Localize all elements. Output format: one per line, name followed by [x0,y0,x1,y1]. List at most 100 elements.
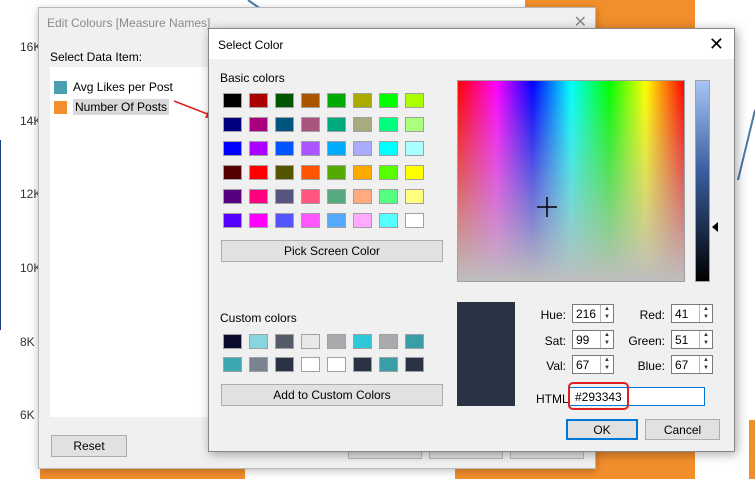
color-cell[interactable] [249,334,268,349]
color-cell[interactable] [327,165,346,180]
color-cell[interactable] [353,213,372,228]
spin-arrows-icon[interactable]: ▲ ▼ [600,331,613,348]
color-cell[interactable] [405,334,424,349]
color-cell[interactable] [223,357,242,372]
red-spinbox[interactable]: 41 ▲ ▼ [671,304,713,323]
basic-colors-label: Basic colors [220,71,285,85]
color-cell[interactable] [327,93,346,108]
color-cell[interactable] [275,334,294,349]
color-cell[interactable] [379,165,398,180]
color-swatch [54,100,67,114]
color-cell[interactable] [405,189,424,204]
color-cell[interactable] [379,141,398,156]
color-cell[interactable] [353,117,372,132]
color-cell[interactable] [275,213,294,228]
color-cell[interactable] [379,117,398,132]
select-data-item-label: Select Data Item: [50,50,143,64]
val-spinbox[interactable]: 67 ▲ ▼ [572,355,614,374]
color-cell[interactable] [353,189,372,204]
color-cell[interactable] [275,357,294,372]
add-to-custom-colors-button[interactable]: Add to Custom Colors [221,384,443,406]
color-cell[interactable] [353,165,372,180]
list-item[interactable]: Avg Likes per Post [54,78,173,96]
spin-arrows-icon[interactable]: ▲ ▼ [699,356,712,373]
color-cell[interactable] [223,189,242,204]
color-cell[interactable] [379,189,398,204]
color-cell[interactable] [223,141,242,156]
hue-label: Hue: [540,308,566,322]
close-icon[interactable]: ✕ [709,34,724,55]
value-slider[interactable] [695,80,710,282]
pick-screen-color-button[interactable]: Pick Screen Color [221,240,443,262]
color-cell[interactable] [405,165,424,180]
color-cell[interactable] [301,141,320,156]
list-item-label: Avg Likes per Post [73,80,173,94]
color-cell[interactable] [275,93,294,108]
color-cell[interactable] [405,141,424,156]
color-cell[interactable] [405,357,424,372]
dialog-title: Select Color [218,38,284,52]
color-cell[interactable] [249,213,268,228]
color-cell[interactable] [249,93,268,108]
dialog-title: Edit Colours [Measure Names] [47,16,211,30]
color-cell[interactable] [223,213,242,228]
current-color-preview [457,302,515,406]
hue-spinbox[interactable]: 216 ▲ ▼ [572,304,614,323]
color-cell[interactable] [223,334,242,349]
color-cell[interactable] [405,93,424,108]
color-cell[interactable] [301,117,320,132]
spin-arrows-icon[interactable]: ▲ ▼ [600,356,613,373]
value-slider-arrow-icon[interactable] [712,222,718,232]
sat-spinbox[interactable]: 99 ▲ ▼ [572,330,614,349]
color-cell[interactable] [327,189,346,204]
color-cell[interactable] [249,189,268,204]
color-cell[interactable] [301,213,320,228]
color-cell[interactable] [379,93,398,108]
green-spinbox[interactable]: 51 ▲ ▼ [671,330,713,349]
blue-label: Blue: [637,359,665,373]
ok-button[interactable]: OK [566,419,638,440]
color-cell[interactable] [327,334,346,349]
spin-arrows-icon[interactable]: ▲ ▼ [600,305,613,322]
color-cell[interactable] [223,165,242,180]
color-cell[interactable] [275,117,294,132]
color-cell[interactable] [379,213,398,228]
custom-colors-label: Custom colors [220,311,297,325]
color-cell[interactable] [353,93,372,108]
color-cell[interactable] [275,141,294,156]
reset-button[interactable]: Reset [51,435,127,457]
color-cell[interactable] [301,357,320,372]
color-cell[interactable] [301,93,320,108]
color-cell[interactable] [249,165,268,180]
color-spectrum[interactable] [457,80,685,282]
color-cell[interactable] [249,141,268,156]
color-cell[interactable] [327,213,346,228]
color-cell[interactable] [353,334,372,349]
cancel-button[interactable]: Cancel [645,419,720,440]
color-swatch [54,80,67,94]
color-cell[interactable] [223,93,242,108]
spin-arrows-icon[interactable]: ▲ ▼ [699,331,712,348]
color-cell[interactable] [301,165,320,180]
color-cell[interactable] [379,357,398,372]
list-item[interactable]: Number Of Posts [54,98,170,116]
color-cell[interactable] [275,165,294,180]
sat-label: Sat: [544,334,566,348]
color-cell[interactable] [249,117,268,132]
title-bar: Select Color ✕ [209,29,734,59]
color-cell[interactable] [301,189,320,204]
spin-arrows-icon[interactable]: ▲ ▼ [699,305,712,322]
color-cell[interactable] [249,357,268,372]
color-cell[interactable] [379,334,398,349]
blue-spinbox[interactable]: 67 ▲ ▼ [671,355,713,374]
color-cell[interactable] [327,357,346,372]
color-cell[interactable] [405,213,424,228]
color-cell[interactable] [405,117,424,132]
color-cell[interactable] [327,117,346,132]
color-cell[interactable] [353,141,372,156]
color-cell[interactable] [223,117,242,132]
color-cell[interactable] [275,189,294,204]
color-cell[interactable] [353,357,372,372]
color-cell[interactable] [301,334,320,349]
color-cell[interactable] [327,141,346,156]
